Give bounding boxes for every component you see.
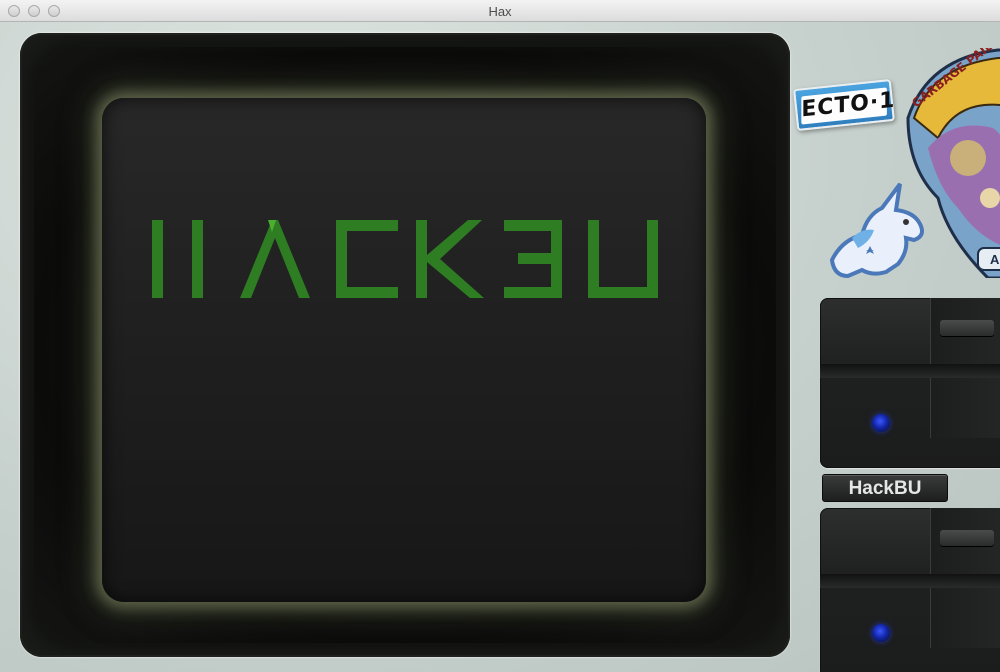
app-window: Hax ECTO·1 A GARBAGE PAIL K HackBU bbox=[0, 0, 1000, 672]
disk-slot bbox=[820, 574, 1000, 588]
monitor-screen[interactable] bbox=[102, 98, 706, 602]
title-bar: Hax bbox=[0, 0, 1000, 22]
gpk-corner-label: A bbox=[990, 252, 1000, 267]
drive-led-icon bbox=[872, 624, 890, 642]
ecto-1-sticker: ECTO·1 bbox=[793, 78, 895, 132]
eject-latch[interactable] bbox=[940, 530, 994, 546]
floppy-drive-2[interactable] bbox=[820, 508, 1000, 672]
computer-case: ECTO·1 A GARBAGE PAIL K HackBU bbox=[0, 22, 1000, 672]
hackbu-nameplate: HackBU bbox=[822, 474, 948, 502]
ecto-1-label: ECTO·1 bbox=[801, 87, 895, 125]
floppy-drive-1[interactable] bbox=[820, 298, 1000, 468]
drive-led-icon bbox=[872, 414, 890, 432]
disk-slot bbox=[820, 364, 1000, 378]
eject-latch[interactable] bbox=[940, 320, 994, 336]
hackbu-logo bbox=[152, 220, 658, 298]
window-title: Hax bbox=[488, 4, 512, 19]
unicorn-sticker bbox=[829, 182, 924, 279]
